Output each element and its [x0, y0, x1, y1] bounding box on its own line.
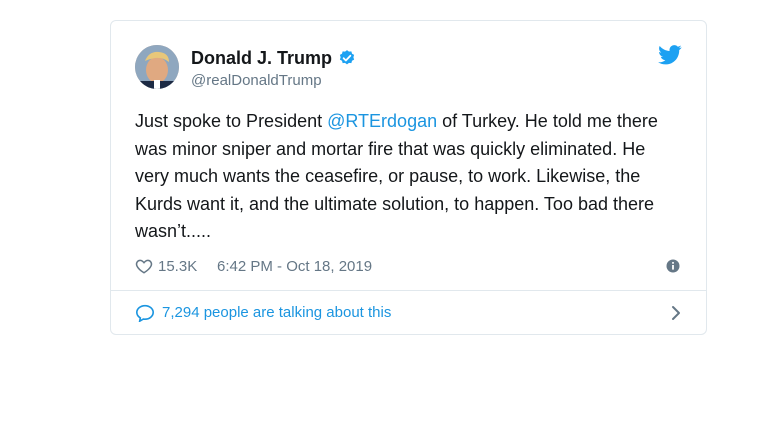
user-names: Donald J. Trump @realDonaldTrump: [191, 47, 356, 90]
verified-badge-icon: [339, 50, 355, 65]
info-icon[interactable]: [666, 259, 680, 273]
tweet-text-start: Just spoke to President: [135, 111, 328, 131]
avatar[interactable]: [135, 45, 179, 89]
tweet-meta: 15.3K 6:42 PM - Oct 18, 2019: [135, 257, 682, 277]
speech-bubble-icon: [135, 304, 155, 322]
tweet-text: Just spoke to President @RTErdogan of Tu…: [135, 108, 680, 246]
tweet-timestamp[interactable]: 6:42 PM - Oct 18, 2019: [217, 257, 372, 277]
like-button[interactable]: 15.3K: [135, 257, 197, 275]
twitter-bird-icon[interactable]: [658, 45, 682, 65]
display-name-row[interactable]: Donald J. Trump: [191, 47, 356, 69]
display-name[interactable]: Donald J. Trump: [191, 47, 332, 69]
conversation-link[interactable]: 7,294 people are talking about this: [135, 302, 682, 324]
divider: [111, 290, 706, 291]
tweet-card[interactable]: Donald J. Trump @realDonaldTrump Just sp…: [110, 20, 707, 335]
tweet-header: Donald J. Trump @realDonaldTrump: [135, 43, 682, 95]
like-count: 15.3K: [158, 257, 198, 275]
heart-icon: [135, 259, 153, 274]
talking-label: 7,294 people are talking about this: [162, 304, 392, 321]
mention-link[interactable]: @RTErdogan: [327, 111, 437, 131]
user-handle[interactable]: @realDonaldTrump: [191, 72, 356, 90]
chevron-right-icon: [672, 306, 680, 320]
